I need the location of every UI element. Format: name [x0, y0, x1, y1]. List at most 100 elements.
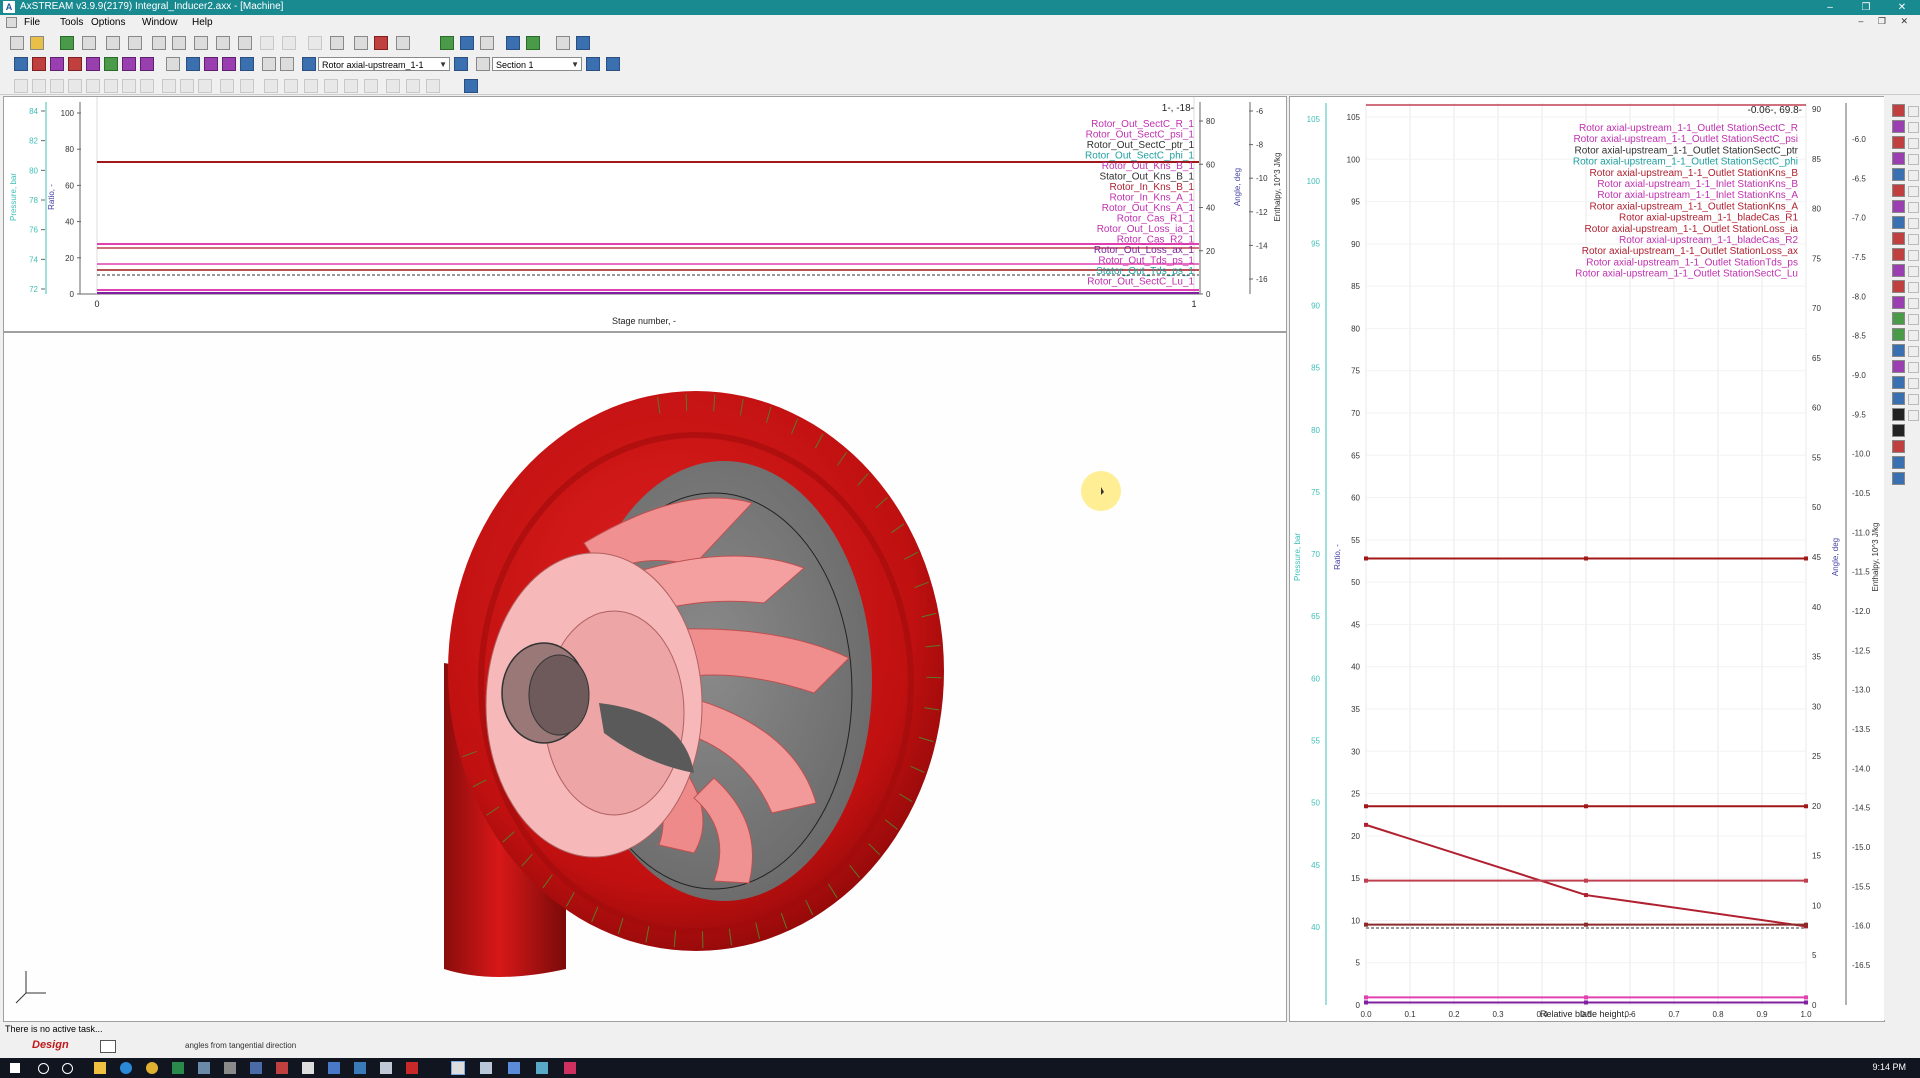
disabled-icon[interactable] [304, 79, 318, 93]
tool-strip-icon[interactable] [1892, 200, 1905, 213]
sphere-icon[interactable] [460, 36, 474, 50]
file-explorer-icon[interactable] [94, 1062, 106, 1074]
tool-strip-icon[interactable] [1892, 120, 1905, 133]
tool-strip-icon[interactable] [1892, 408, 1905, 421]
grid-icon[interactable] [354, 36, 368, 50]
tool-strip-icon[interactable] [1892, 392, 1905, 405]
tool-strip-icon[interactable] [1908, 362, 1919, 373]
m-icon[interactable] [86, 57, 100, 71]
tree-icon[interactable] [106, 36, 120, 50]
tool-strip-icon[interactable] [1908, 170, 1919, 181]
scale-icon[interactable] [204, 57, 218, 71]
disabled-icon[interactable] [180, 79, 194, 93]
search-icon[interactable] [38, 1063, 49, 1074]
arrow-up-icon[interactable] [586, 57, 600, 71]
plot-icon[interactable] [152, 36, 166, 50]
tool-strip-icon[interactable] [1892, 456, 1905, 469]
disabled-icon[interactable] [426, 79, 440, 93]
tool-strip-icon[interactable] [1908, 250, 1919, 261]
info-icon[interactable] [576, 36, 590, 50]
page-icon[interactable] [100, 1040, 116, 1053]
chrome-icon[interactable] [146, 1062, 158, 1074]
app-menu-icon[interactable] [6, 17, 17, 28]
tool-strip-icon[interactable] [1908, 330, 1919, 341]
disabled-icon[interactable] [198, 79, 212, 93]
report-icon[interactable] [216, 36, 230, 50]
tool-strip-icon[interactable] [1892, 136, 1905, 149]
tool-strip-icon[interactable] [1892, 424, 1905, 437]
table-icon[interactable] [194, 36, 208, 50]
axstream-active-icon[interactable] [451, 1061, 465, 1075]
tool-strip-icon[interactable] [1892, 344, 1905, 357]
tool-strip-icon[interactable] [1908, 394, 1919, 405]
new-file-icon[interactable] [10, 36, 24, 50]
app-icon[interactable] [328, 1062, 340, 1074]
tool-strip-icon[interactable] [1908, 298, 1919, 309]
disabled-icon[interactable] [14, 79, 28, 93]
tool-strip-icon[interactable] [1892, 264, 1905, 277]
task-view-icon[interactable] [62, 1063, 73, 1074]
arrow-right-icon[interactable] [454, 57, 468, 71]
open-folder-icon[interactable] [30, 36, 44, 50]
app-icon[interactable] [276, 1062, 288, 1074]
tool-strip-icon[interactable] [1908, 234, 1919, 245]
app-icon[interactable] [536, 1062, 548, 1074]
tool-strip-icon[interactable] [1892, 152, 1905, 165]
circle-icon[interactable] [140, 57, 154, 71]
a-icon[interactable] [506, 36, 520, 50]
color-icon[interactable] [374, 36, 388, 50]
disabled-icon[interactable] [264, 79, 278, 93]
app-icon[interactable] [480, 1062, 492, 1074]
info-icon[interactable] [464, 79, 478, 93]
mdi-controls[interactable]: – ❐ ✕ [1858, 16, 1914, 27]
tool-strip-icon[interactable] [1892, 440, 1905, 453]
arrow-down-icon[interactable] [476, 57, 490, 71]
k2-icon[interactable] [222, 57, 236, 71]
disabled-icon[interactable] [220, 79, 234, 93]
outlook-icon[interactable] [354, 1062, 366, 1074]
tree-icon[interactable] [104, 57, 118, 71]
move-icon[interactable] [186, 57, 200, 71]
disabled-icon[interactable] [282, 36, 296, 50]
disabled-icon[interactable] [140, 79, 154, 93]
disabled-icon[interactable] [386, 79, 400, 93]
green-icon[interactable] [440, 36, 454, 50]
tool-strip-icon[interactable] [1892, 360, 1905, 373]
tool-strip-icon[interactable] [1908, 218, 1919, 229]
tool-strip-icon[interactable] [1892, 248, 1905, 261]
layers-icon[interactable] [396, 36, 410, 50]
minimize-button[interactable]: – [1812, 0, 1848, 15]
r-icon[interactable] [122, 57, 136, 71]
tool-strip-icon[interactable] [1908, 122, 1919, 133]
tool-strip-icon[interactable] [1908, 266, 1919, 277]
disabled-icon[interactable] [260, 36, 274, 50]
curve-icon[interactable] [330, 36, 344, 50]
app-icon[interactable] [508, 1062, 520, 1074]
pdf-icon[interactable] [406, 1062, 418, 1074]
app-icon[interactable] [380, 1062, 392, 1074]
tool-strip-icon[interactable] [1908, 378, 1919, 389]
disabled-icon[interactable] [32, 79, 46, 93]
tool-icon[interactable] [526, 36, 540, 50]
tool-strip-icon[interactable] [1892, 104, 1905, 117]
menu-file[interactable]: File [24, 17, 40, 28]
disabled-icon[interactable] [324, 79, 338, 93]
disabled-icon[interactable] [364, 79, 378, 93]
disabled-icon[interactable] [406, 79, 420, 93]
chart-icon[interactable] [128, 36, 142, 50]
tool-strip-icon[interactable] [1908, 346, 1919, 357]
edge-icon[interactable] [120, 1062, 132, 1074]
app-icon[interactable] [198, 1062, 210, 1074]
menu-window[interactable]: Window [142, 17, 178, 28]
chart2-icon[interactable] [238, 36, 252, 50]
tool-strip-icon[interactable] [1892, 376, 1905, 389]
bar-icon[interactable] [240, 57, 254, 71]
tool-strip-icon[interactable] [1908, 314, 1919, 325]
disabled-icon[interactable] [122, 79, 136, 93]
tool-strip-icon[interactable] [1892, 280, 1905, 293]
tool-strip-icon[interactable] [1908, 138, 1919, 149]
compare2-icon[interactable] [280, 57, 294, 71]
flow-icon[interactable] [480, 36, 494, 50]
restore-button[interactable]: ❐ [1848, 0, 1884, 15]
app-icon[interactable] [250, 1062, 262, 1074]
